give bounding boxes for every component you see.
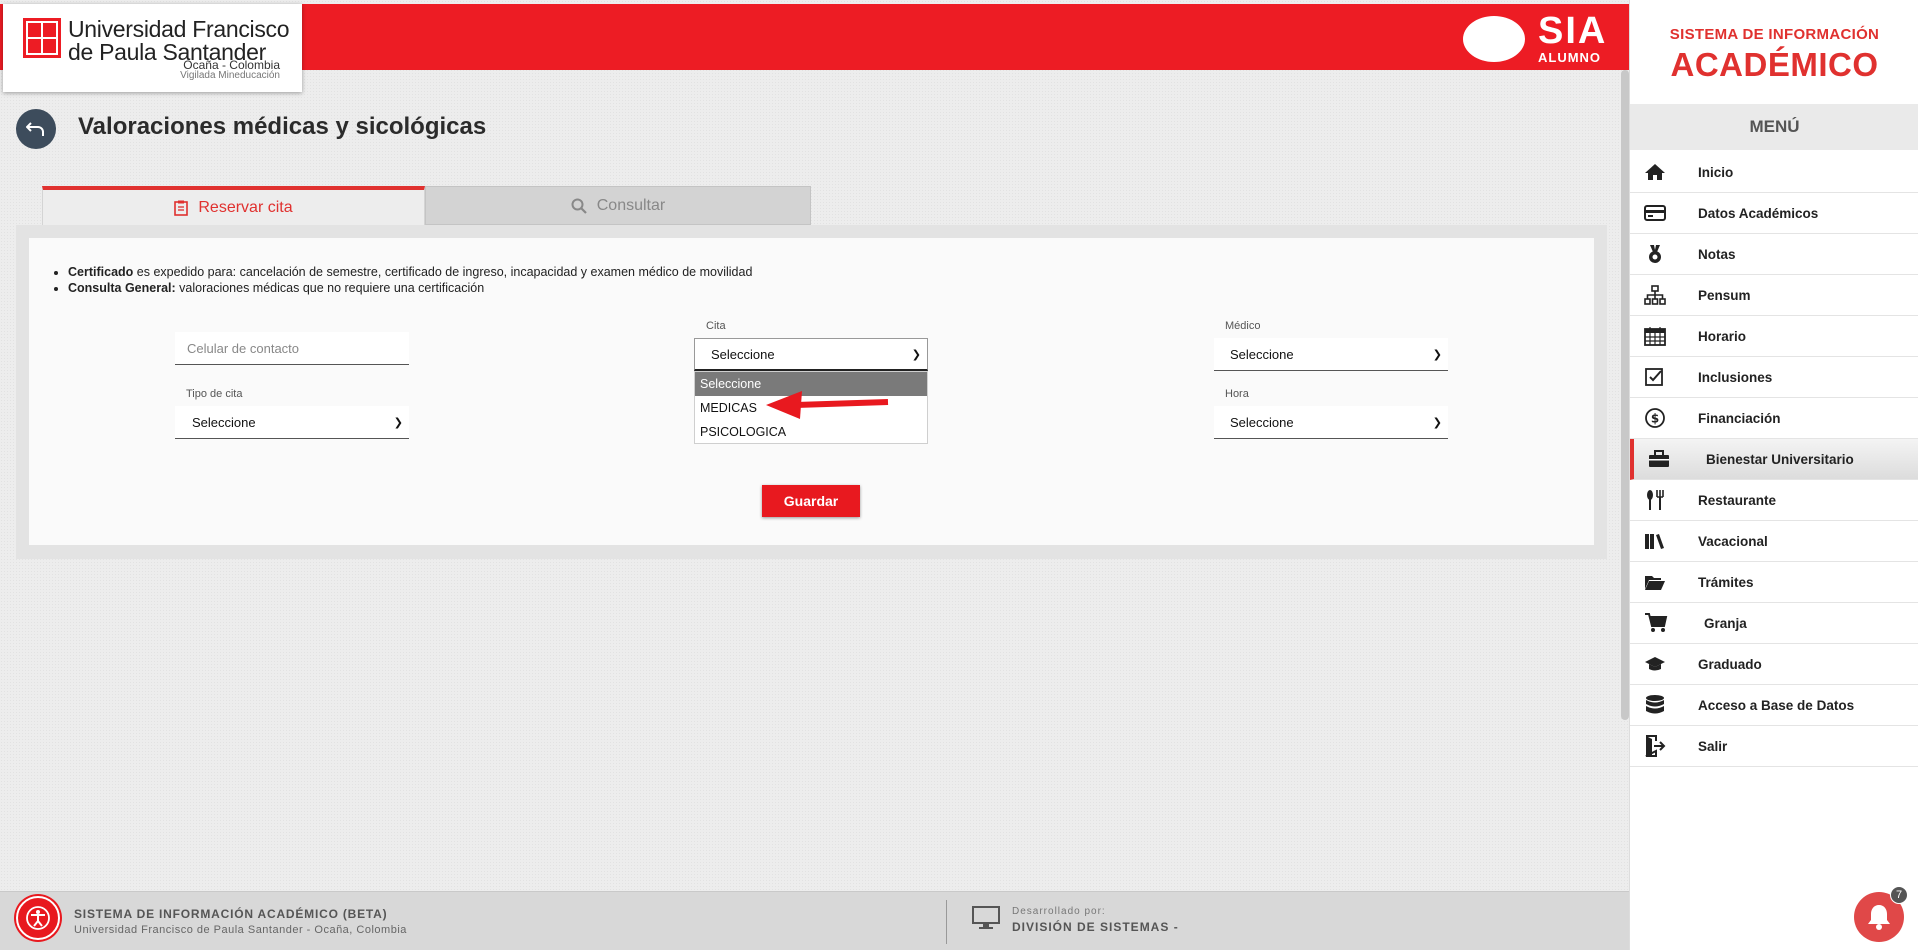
- hora-label: Hora: [1225, 388, 1249, 400]
- ufps-logo-icon: [23, 18, 61, 58]
- bell-icon: [1868, 905, 1890, 930]
- sidebar-item-financiacion[interactable]: $ Financiación: [1630, 398, 1918, 439]
- tab-reservar-cita[interactable]: Reservar cita: [42, 186, 425, 225]
- info-item-certificado: Certificado es expedido para: cancelació…: [68, 264, 752, 280]
- tipo-cita-field: Tipo de cita Seleccione ❯: [175, 388, 409, 439]
- celular-field: Celular de contacto: [175, 332, 409, 365]
- sidebar-item-granja[interactable]: Granja: [1630, 603, 1918, 644]
- annotation-arrow-icon: [766, 391, 889, 419]
- notification-count-badge: 7: [1890, 886, 1908, 904]
- sidebar-item-vacacional[interactable]: Vacacional: [1630, 521, 1918, 562]
- search-icon: [571, 198, 587, 214]
- briefcase-icon: [1634, 450, 1702, 468]
- hora-value: Seleccione: [1230, 414, 1294, 430]
- sidebar-item-tramites[interactable]: Trámites: [1630, 562, 1918, 603]
- back-arrow-icon: [26, 122, 44, 136]
- cita-select[interactable]: Seleccione ❯: [694, 338, 928, 371]
- sidebar-item-inclusiones[interactable]: Inclusiones: [1630, 357, 1918, 398]
- sign-out-icon: [1630, 735, 1698, 757]
- monitor-icon: [972, 906, 1000, 935]
- sia-subtitle: ALUMNO: [1538, 50, 1602, 65]
- page-scrollbar[interactable]: [1621, 70, 1629, 720]
- developed-by-label: Desarrollado por:: [1012, 906, 1106, 917]
- id-card-icon: [1630, 204, 1698, 222]
- sidebar-brand-line2: ACADÉMICO: [1670, 46, 1879, 83]
- sidebar-item-datos-academicos[interactable]: Datos Académicos: [1630, 193, 1918, 234]
- hora-select[interactable]: Seleccione ❯: [1214, 406, 1448, 439]
- back-button[interactable]: [16, 109, 56, 149]
- dollar-icon: $: [1630, 407, 1698, 429]
- sidebar-item-restaurante[interactable]: Restaurante: [1630, 480, 1918, 521]
- sidebar-item-notas[interactable]: Notas: [1630, 234, 1918, 275]
- medico-value: Seleccione: [1230, 346, 1294, 362]
- sidebar: SISTEMA DE INFORMACIÓN ACADÉMICO MENÚ In…: [1629, 0, 1918, 950]
- footer-title: SISTEMA DE INFORMACIÓN ACADÉMICO (BETA): [74, 907, 388, 921]
- tab-reservar-label: Reservar cita: [198, 198, 293, 216]
- celular-input[interactable]: Celular de contacto: [175, 332, 409, 365]
- home-icon: [1630, 163, 1698, 181]
- database-icon: [1630, 694, 1698, 716]
- cita-label: Cita: [706, 320, 726, 332]
- tipo-cita-label: Tipo de cita: [186, 388, 243, 400]
- developer-name[interactable]: DIVISIÓN DE SISTEMAS -: [1012, 920, 1179, 934]
- sia-title: SIA: [1538, 10, 1608, 52]
- graduation-cap-icon: [1630, 655, 1698, 673]
- medico-label: Médico: [1225, 320, 1261, 332]
- check-square-icon: [1630, 367, 1698, 387]
- cita-value: Seleccione: [711, 346, 775, 362]
- sidebar-menu: Inicio Datos Académicos Notas Pensum Hor…: [1630, 152, 1918, 767]
- vigilada-text: Vigilada Mineducación: [180, 70, 280, 81]
- calendar-icon: [1630, 326, 1698, 346]
- cita-option-psicologica[interactable]: PSICOLOGICA: [695, 420, 927, 444]
- save-button[interactable]: Guardar: [762, 485, 860, 517]
- medico-select[interactable]: Seleccione ❯: [1214, 338, 1448, 371]
- sitemap-icon: [1630, 285, 1698, 305]
- cita-field: Cita Seleccione ❯: [694, 320, 928, 371]
- chevron-down-icon: ❯: [1432, 416, 1442, 429]
- sidebar-item-base-datos[interactable]: Acceso a Base de Datos: [1630, 685, 1918, 726]
- cart-icon: [1630, 612, 1698, 634]
- tipo-cita-value: Seleccione: [192, 414, 256, 430]
- sidebar-item-pensum[interactable]: Pensum: [1630, 275, 1918, 316]
- page-title: Valoraciones médicas y sicológicas: [78, 113, 487, 140]
- chevron-down-icon: ❯: [393, 416, 403, 429]
- accessibility-button[interactable]: [16, 896, 60, 940]
- hora-field: Hora Seleccione ❯: [1214, 388, 1448, 439]
- footer-subtitle: Universidad Francisco de Paula Santander…: [74, 924, 407, 936]
- chevron-down-icon: ❯: [1432, 348, 1442, 361]
- clipboard-icon: [174, 200, 189, 216]
- info-item-consulta: Consulta General: valoraciones médicas q…: [68, 280, 752, 296]
- sidebar-item-salir[interactable]: Salir: [1630, 726, 1918, 767]
- sidebar-item-horario[interactable]: Horario: [1630, 316, 1918, 357]
- info-list: Certificado es expedido para: cancelació…: [54, 264, 752, 296]
- sidebar-item-inicio[interactable]: Inicio: [1630, 152, 1918, 193]
- celular-placeholder: Celular de contacto: [187, 340, 300, 356]
- tipo-cita-select[interactable]: Seleccione ❯: [175, 406, 409, 439]
- medal-icon: [1630, 244, 1698, 264]
- university-logo[interactable]: Universidad Francisco de Paula Santander…: [3, 4, 302, 92]
- footer-divider: [946, 900, 947, 944]
- accessibility-icon: [26, 906, 50, 930]
- chevron-down-icon: ❯: [911, 348, 921, 361]
- tab-consultar[interactable]: Consultar: [425, 186, 811, 225]
- menu-title: MENÚ: [1630, 104, 1918, 150]
- svg-text:$: $: [1651, 412, 1659, 426]
- user-avatar[interactable]: [1463, 16, 1525, 62]
- sidebar-brand-line1: SISTEMA DE INFORMACIÓN: [1669, 26, 1880, 43]
- sidebar-item-graduado[interactable]: Graduado: [1630, 644, 1918, 685]
- tab-consultar-label: Consultar: [596, 196, 666, 214]
- medico-field: Médico Seleccione ❯: [1214, 320, 1448, 371]
- utensils-icon: [1630, 489, 1698, 511]
- folder-open-icon: [1630, 573, 1698, 591]
- sidebar-item-bienestar[interactable]: Bienestar Universitario: [1630, 439, 1918, 480]
- books-icon: [1630, 531, 1698, 551]
